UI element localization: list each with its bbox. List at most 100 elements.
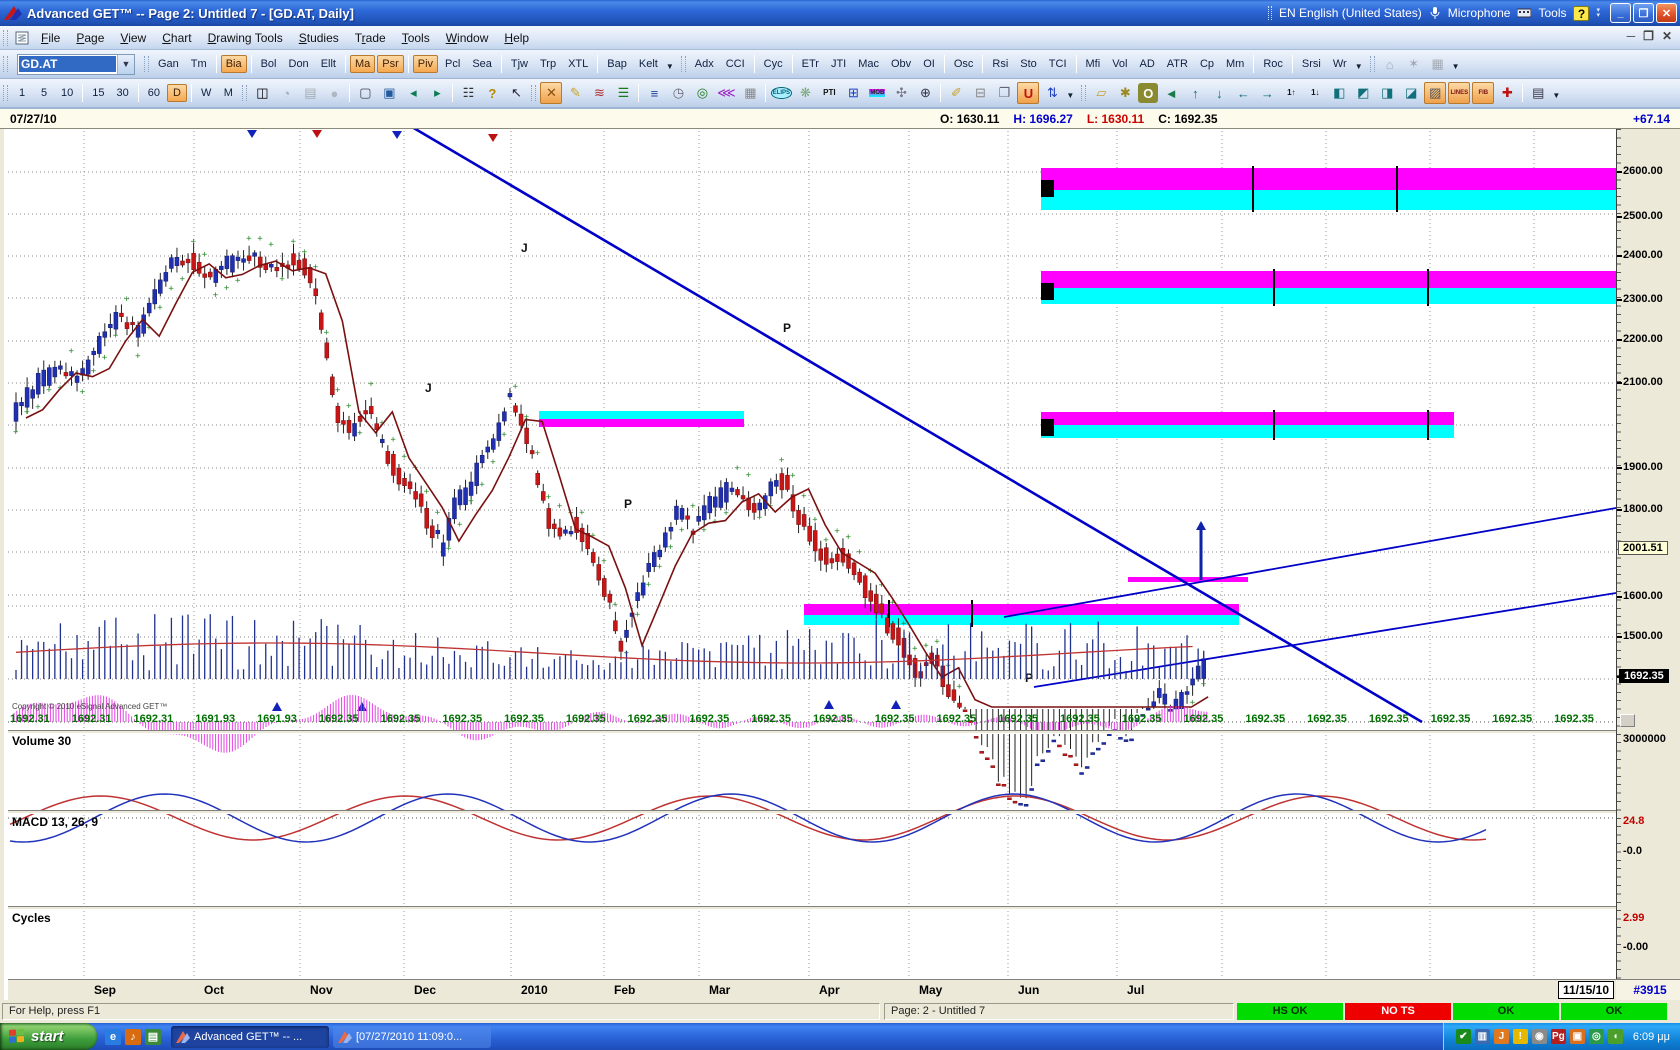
arrow-up-icon[interactable]: ↑ bbox=[1184, 82, 1206, 104]
study-obv-button[interactable]: Obv bbox=[886, 55, 916, 73]
indicator-settings-icon[interactable]: ✱ bbox=[1114, 82, 1136, 104]
mob-icon[interactable]: MOB bbox=[866, 82, 888, 104]
toolbar-grip[interactable] bbox=[242, 85, 247, 101]
warning-shield-icon[interactable]: ! bbox=[1513, 1029, 1528, 1044]
branches-icon[interactable]: ❋ bbox=[794, 82, 816, 104]
toolbar-grip[interactable] bbox=[681, 56, 686, 72]
timeframe-15-button[interactable]: 15 bbox=[87, 84, 109, 102]
timeframe-10-button[interactable]: 10 bbox=[56, 84, 78, 102]
language-bar-grip[interactable] bbox=[1268, 6, 1272, 20]
crosshair-icon[interactable]: ✚ bbox=[1496, 82, 1518, 104]
toolbar-grip[interactable] bbox=[3, 56, 8, 72]
timeframe-1-button[interactable]: 1 bbox=[12, 84, 32, 102]
close-button[interactable]: ✕ bbox=[1656, 3, 1677, 23]
menu-grip[interactable] bbox=[3, 30, 8, 46]
task-button[interactable]: [07/27/2010 11:09:0... bbox=[333, 1026, 491, 1048]
pencil-icon[interactable]: ✎ bbox=[564, 82, 586, 104]
cd-icon[interactable]: ◎ bbox=[1589, 1029, 1604, 1044]
study-etr-button[interactable]: ETr bbox=[797, 55, 824, 73]
study-pcl-button[interactable]: Pcl bbox=[440, 55, 465, 73]
nvidia-icon[interactable]: ◖ bbox=[1608, 1029, 1623, 1044]
study-vol-button[interactable]: Vol bbox=[1107, 55, 1132, 73]
timeframe-w-button[interactable]: W bbox=[196, 84, 216, 102]
price-axis[interactable]: 2600.002500.002400.002300.002200.002100.… bbox=[1616, 129, 1680, 979]
study-oi-button[interactable]: OI bbox=[918, 55, 940, 73]
antivirus-icon[interactable]: ✔ bbox=[1456, 1029, 1471, 1044]
sphere-disabled-icon[interactable]: ● bbox=[323, 82, 345, 104]
microphone-label[interactable]: Microphone bbox=[1448, 6, 1511, 20]
ie-icon[interactable]: e bbox=[105, 1029, 121, 1045]
resize-grip[interactable] bbox=[1620, 714, 1635, 727]
language-bar[interactable]: EN English (United States) Microphone To… bbox=[1268, 2, 1600, 24]
page-back-icon[interactable]: ◂ bbox=[402, 82, 424, 104]
ruler-pencil-icon[interactable]: ✐ bbox=[945, 82, 967, 104]
tools-label[interactable]: Tools bbox=[1538, 6, 1566, 20]
time-axis[interactable]: SepOctNovDec2010FebMarAprMayJunJul 11/15… bbox=[8, 979, 1616, 1000]
menu-file[interactable]: File bbox=[33, 28, 68, 48]
magnet-u-icon[interactable]: U bbox=[1017, 82, 1039, 104]
study-srsi-button[interactable]: Srsi bbox=[1297, 55, 1326, 73]
chart-area[interactable]: ++++++++++++++++++++++++++++++++++++++++… bbox=[0, 129, 1680, 1000]
tile-boxes-icon[interactable]: ⊟ bbox=[969, 82, 991, 104]
one-up-icon[interactable]: 1↑ bbox=[1280, 82, 1302, 104]
trend-lines-icon[interactable]: ≡ bbox=[643, 82, 665, 104]
stork-icon[interactable]: ✣ bbox=[890, 82, 912, 104]
timeframe-m-button[interactable]: M bbox=[218, 84, 238, 102]
menu-trade[interactable]: Trade bbox=[347, 28, 394, 48]
blue-grid-icon[interactable]: ⊞ bbox=[842, 82, 864, 104]
child-window-controls[interactable]: ─❐✕ bbox=[1627, 29, 1672, 43]
symbol-dropdown-icon[interactable]: ▼ bbox=[117, 55, 134, 74]
child-minimize-icon[interactable]: ─ bbox=[1627, 29, 1636, 43]
menu-chart[interactable]: Chart bbox=[154, 28, 199, 48]
volume-tray-icon[interactable]: ◉ bbox=[1532, 1029, 1547, 1044]
study-bap-button[interactable]: Bap bbox=[602, 55, 632, 73]
toolbar-grip[interactable] bbox=[1081, 85, 1086, 101]
home-icon[interactable]: ⌂ bbox=[1379, 53, 1401, 75]
properties-icon[interactable]: ▤ bbox=[1527, 82, 1549, 104]
panel-divider[interactable] bbox=[8, 730, 1616, 734]
print-icon[interactable]: ☷ bbox=[457, 82, 479, 104]
toolbar-grip[interactable] bbox=[531, 85, 536, 101]
bullseye-icon[interactable]: ◎ bbox=[691, 82, 713, 104]
alerts-icon[interactable]: ✶ bbox=[1403, 53, 1425, 75]
java-icon[interactable]: J bbox=[1494, 1029, 1509, 1044]
back-green-icon[interactable]: ◄ bbox=[1160, 82, 1182, 104]
pti-icon[interactable]: PTI bbox=[818, 82, 840, 104]
menu-help[interactable]: Help bbox=[496, 28, 537, 48]
toolbar-overflow-icon[interactable]: ▼ bbox=[1550, 89, 1562, 102]
toolbar-grip[interactable] bbox=[144, 56, 149, 72]
timeframe-d-button[interactable]: D bbox=[167, 84, 187, 102]
study-ad-button[interactable]: AD bbox=[1134, 55, 1159, 73]
open-folder-icon[interactable]: ▱ bbox=[1090, 82, 1112, 104]
chart-canvas[interactable]: ++++++++++++++++++++++++++++++++++++++++… bbox=[4, 129, 1616, 1000]
menu-view[interactable]: View bbox=[112, 28, 154, 48]
study-psr-button[interactable]: Psr bbox=[377, 55, 404, 73]
timeframe-5-button[interactable]: 5 bbox=[34, 84, 54, 102]
toolbar-overflow-icon[interactable]: ▼ bbox=[1353, 60, 1365, 73]
xtl-cross-icon[interactable]: ✕ bbox=[540, 82, 562, 104]
panel-divider[interactable] bbox=[8, 810, 1616, 814]
arrow-left-icon[interactable]: ← bbox=[1232, 82, 1254, 104]
timeframe-30-button[interactable]: 30 bbox=[112, 84, 134, 102]
study-jti-button[interactable]: JTI bbox=[826, 55, 851, 73]
toolbar-overflow-icon[interactable]: ▼ bbox=[1064, 89, 1076, 102]
study-adx-button[interactable]: Adx bbox=[690, 55, 719, 73]
horizontal-lines-icon[interactable]: ☰ bbox=[612, 82, 634, 104]
study-cyc-button[interactable]: Cyc bbox=[759, 55, 788, 73]
menu-page[interactable]: Page bbox=[68, 28, 112, 48]
child-restore-icon[interactable]: ❐ bbox=[1643, 29, 1654, 43]
study-cp-button[interactable]: Cp bbox=[1195, 55, 1219, 73]
display-icon[interactable]: ▥ bbox=[1475, 1029, 1490, 1044]
copy-pages-icon[interactable]: ❐ bbox=[993, 82, 1015, 104]
study-ellt-button[interactable]: Ellt bbox=[316, 55, 341, 73]
toolbar-overflow-icon[interactable]: ▼ bbox=[1450, 60, 1462, 73]
language-bar-options-icon[interactable]: ▾▾ bbox=[1596, 8, 1600, 18]
menu-drawing-tools[interactable]: Drawing Tools bbox=[200, 28, 291, 48]
arrow-right-icon[interactable]: → bbox=[1256, 82, 1278, 104]
study-rsi-button[interactable]: Rsi bbox=[987, 55, 1013, 73]
help-icon[interactable]: ? bbox=[481, 82, 503, 104]
arrow-down-icon[interactable]: ↓ bbox=[1208, 82, 1230, 104]
study-bia-button[interactable]: Bia bbox=[221, 55, 247, 73]
microphone-icon[interactable] bbox=[1429, 6, 1441, 20]
quotes-icon[interactable]: ▦ bbox=[1427, 53, 1449, 75]
